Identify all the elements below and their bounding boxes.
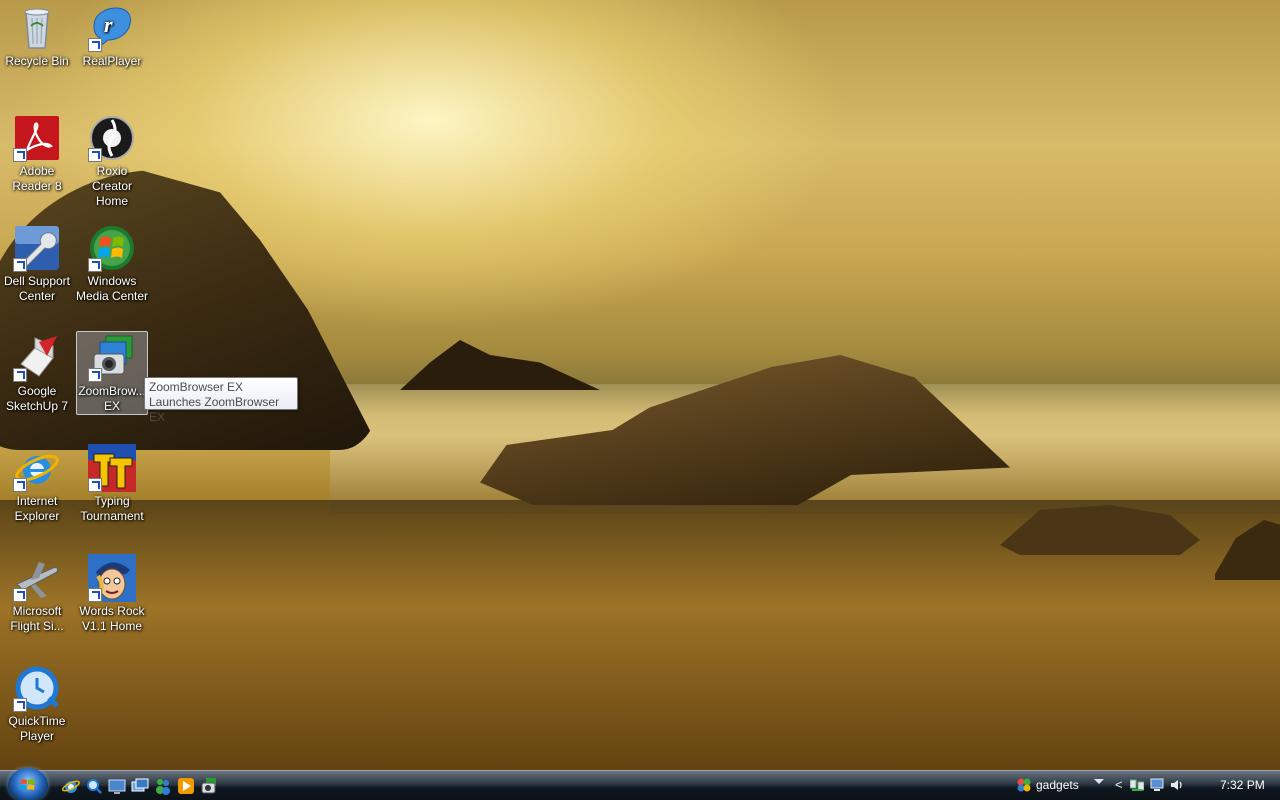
svg-text:r: r	[104, 12, 113, 37]
shortcut-arrow-icon	[13, 588, 27, 602]
shortcut-arrow-icon	[13, 698, 27, 712]
tooltip: ZoomBrowser EX Launches ZoomBrowser EX	[144, 377, 298, 424]
desktop-icon-label: Words Rock V1.1 Home	[79, 604, 145, 633]
recycle-bin-icon	[24, 8, 50, 49]
shortcut-arrow-icon	[88, 148, 102, 162]
desktop-icon-zoombrowser[interactable]: ZoomBrow... EX	[76, 331, 148, 415]
tooltip-description: Launches ZoomBrowser EX	[149, 395, 280, 424]
desktop-icon-label: Adobe Reader 8	[12, 164, 62, 193]
camera-icon[interactable]	[200, 777, 218, 795]
messenger-icon[interactable]	[154, 777, 172, 795]
clock[interactable]: 7:32 PM	[1220, 778, 1265, 792]
desktop-icon-adobe-reader[interactable]: Adobe Reader 8	[0, 112, 74, 202]
internet-explorer-icon[interactable]	[61, 777, 81, 795]
shortcut-arrow-icon	[13, 478, 27, 492]
desktop-icon-label: Microsoft Flight Si...	[10, 604, 64, 633]
desktop-icon-label: Typing Tournament	[80, 494, 144, 523]
gadgets-label: gadgets	[1036, 778, 1079, 792]
search-icon[interactable]	[85, 777, 103, 795]
shortcut-arrow-icon	[88, 588, 102, 602]
shortcut-arrow-icon	[13, 258, 27, 272]
shortcut-arrow-icon	[88, 368, 102, 382]
desktop-icon-quicktime[interactable]: QuickTime Player	[0, 662, 74, 752]
desktop-icon-label: Google SketchUp 7	[5, 384, 69, 413]
gadgets-toolbar[interactable]: gadgets	[1016, 777, 1079, 793]
system-tray	[1129, 778, 1184, 792]
desktop-icon-realplayer[interactable]: r RealPlayer	[75, 2, 149, 92]
desktop[interactable]: Recycle Bin Adobe Reader 8 Dell Support …	[0, 0, 1280, 800]
taskbar: gadgets < 7:32 PM	[0, 768, 1280, 800]
show-hidden-icons-chevron-icon[interactable]: <	[1115, 777, 1123, 792]
desktop-icon-dell-support[interactable]: Dell Support Center	[0, 222, 74, 312]
shortcut-arrow-icon	[88, 258, 102, 272]
desktop-icon-label: ZoomBrow... EX	[78, 384, 146, 413]
quick-launch-bar	[61, 777, 218, 795]
desktop-icon-label: Windows Media Center	[75, 274, 149, 303]
start-button[interactable]	[8, 768, 48, 800]
desktop-icon-typing-tournament[interactable]: Typing Tournament	[75, 442, 149, 532]
media-player-icon[interactable]	[177, 777, 195, 795]
desktop-icon-recycle-bin[interactable]: Recycle Bin	[0, 2, 74, 92]
desktop-icon-label: Recycle Bin	[5, 54, 69, 68]
shortcut-arrow-icon	[88, 38, 102, 52]
switch-windows-icon[interactable]	[131, 777, 149, 795]
desktop-icon-label: QuickTime Player	[8, 714, 66, 743]
shortcut-arrow-icon	[13, 368, 27, 382]
show-desktop-icon[interactable]	[108, 777, 126, 795]
desktop-icon-label: Internet Explorer	[14, 494, 60, 523]
desktop-icon-internet-explorer[interactable]: Internet Explorer	[0, 442, 74, 532]
desktop-icon-google-sketchup[interactable]: Google SketchUp 7	[0, 332, 74, 422]
windows-logo-icon	[20, 779, 35, 790]
desktop-icon-label: Dell Support Center	[3, 274, 71, 303]
shortcut-arrow-icon	[88, 478, 102, 492]
network-icon[interactable]	[1129, 778, 1145, 792]
desktop-icon-roxio-creator[interactable]: Roxio Creator Home	[75, 112, 149, 208]
tooltip-title: ZoomBrowser EX	[149, 380, 244, 394]
shortcut-arrow-icon	[13, 148, 27, 162]
gadgets-icon	[1017, 778, 1031, 792]
desktop-icon-label: RealPlayer	[82, 54, 142, 68]
desktop-icon-label: Roxio Creator Home	[91, 164, 132, 208]
chevron-down-icon[interactable]	[1094, 779, 1104, 784]
desktop-icon-words-rock[interactable]: Words Rock V1.1 Home	[75, 552, 149, 642]
monitor-icon[interactable]	[1150, 778, 1164, 792]
desktop-icon-flight-simulator[interactable]: Microsoft Flight Si...	[0, 552, 74, 642]
desktop-icon-windows-media-center[interactable]: Windows Media Center	[75, 222, 149, 312]
wallpaper-island	[400, 340, 600, 390]
volume-icon[interactable]	[1170, 778, 1184, 792]
